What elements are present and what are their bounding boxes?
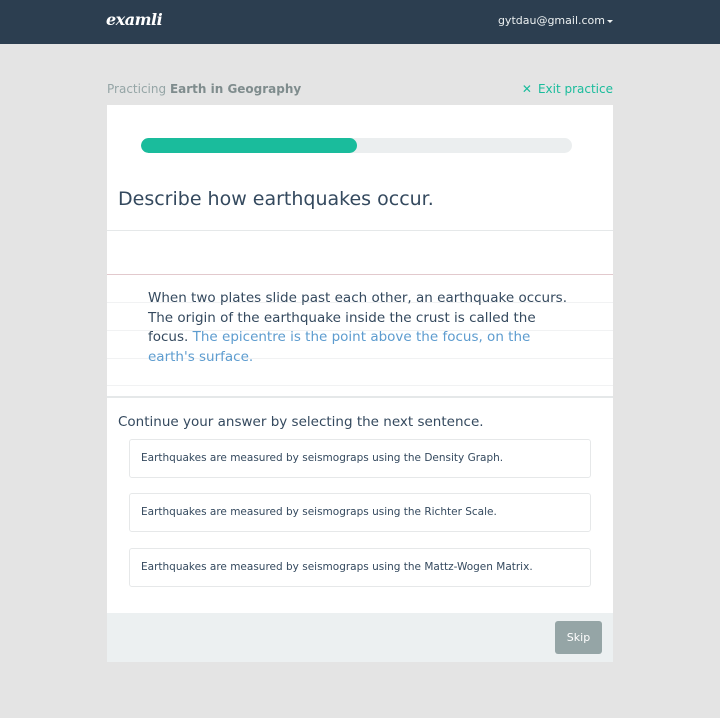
option-density-graph[interactable]: Earthquakes are measured by seismograps … [129,439,591,478]
answer-sentence-highlighted: The epicentre is the point above the foc… [148,329,531,365]
caret-down-icon [607,19,613,23]
divider [107,385,613,386]
progress-bar-fill [141,138,357,153]
divider [107,274,613,275]
user-menu-dropdown[interactable]: gytdau@gmail.com [498,14,613,27]
progress-bar [141,138,572,153]
practice-card: Describe how earthquakes occur. When two… [107,105,613,662]
card-footer: Skip [107,613,613,662]
close-icon: ✕ [521,82,532,96]
divider [107,230,613,231]
skip-button[interactable]: Skip [555,621,602,654]
option-richter-scale[interactable]: Earthquakes are measured by seismograps … [129,493,591,532]
top-navbar: examli gytdau@gmail.com [0,0,720,44]
option-mattz-wogen-matrix[interactable]: Earthquakes are measured by seismograps … [129,548,591,587]
topic-name: Earth in Geography [169,82,302,96]
answer-so-far: When two plates slide past each other, a… [148,289,568,367]
next-sentence-prompt: Continue your answer by selecting the ne… [118,414,484,430]
exit-practice-label: Exit practice [537,82,613,96]
divider [107,396,613,398]
practice-breadcrumb: Practicing Earth in Geography [107,82,301,96]
question-title: Describe how earthquakes occur. [118,188,434,210]
answer-sentence: When two plates slide past each other, a… [148,290,567,306]
exit-practice-link[interactable]: ✕ Exit practice [522,82,613,96]
practicing-label: Practicing [107,82,167,96]
user-email: gytdau@gmail.com [497,14,605,27]
examli-logo[interactable]: examli [106,10,163,29]
